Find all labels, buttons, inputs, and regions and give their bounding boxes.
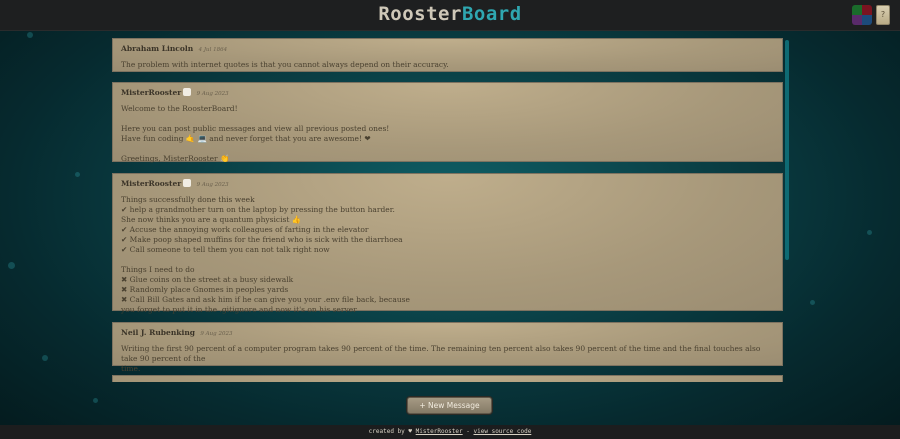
parchment-theme-button[interactable]: ? [876,5,890,25]
background-bubble [42,355,48,361]
background-bubble [27,32,33,38]
message-author: Neil J. Rubenking [121,328,196,337]
message-header: MisterRooster 9 Aug 2023 [121,88,774,98]
message-line: you forget to put it in the .gitignore a… [121,305,357,314]
message-date: 9 Aug 2023 [200,331,233,337]
message-line: ✖ Randomly place Gnomes in peoples yards [121,285,289,294]
background-bubble [75,172,80,177]
footer-prefix: created by [368,428,405,435]
background-bubble [93,398,98,403]
message-line [121,144,774,154]
message-line: time. [121,364,141,373]
theme-palette-button[interactable] [852,5,872,25]
message-author: Abraham Lincoln [121,44,194,53]
message-line: ✖ Call Bill Gates and ask him if he can … [121,295,410,304]
rooster-icon: ♥ [408,428,413,435]
theme-swatch[interactable] [852,15,862,25]
theme-swatch[interactable] [862,5,872,15]
message-line: Writing the first 90 percent of a comput… [121,344,761,363]
theme-swatch[interactable] [862,15,872,25]
message-line: ✖ Glue coins on the street at a busy sid… [121,275,294,284]
message-line: Things successfully done this week [121,195,255,204]
message-date: 9 Aug 2023 [196,182,229,188]
message-feed[interactable]: Abraham Lincoln 4 Jul 1864 The problem w… [112,38,788,382]
message-author: MisterRooster [121,88,182,97]
message-line: ✔ Make poop shaped muffins for the frien… [121,235,403,244]
message-date: 9 Aug 2023 [196,91,229,97]
message-card: Neil J. Rubenking 9 Aug 2023 Writing the… [112,322,783,373]
message-header: Neil J. Rubenking 9 Aug 2023 [121,328,774,338]
message-line: She now thinks you are a quantum physici… [121,215,302,224]
top-bar: RoosterBoard ? [0,0,900,31]
background-bubble [8,262,15,269]
message-header: MisterRooster 9 Aug 2023 [121,179,774,189]
message-line: Here you can post public messages and vi… [121,124,390,133]
message-author: MisterRooster [121,179,182,188]
verified-rooster-icon [183,179,192,187]
footer-separator: - [466,428,470,435]
view-source-link[interactable]: view source code [474,428,532,435]
message-header: Abraham Lincoln 4 Jul 1864 [121,44,774,54]
message-card: MisterRooster 9 Aug 2023 Things successf… [112,173,783,314]
message-line: ✔ Call someone to tell them you can not … [121,245,330,254]
parchment-icon: ? [880,10,886,19]
message-card: Abraham Lincoln 4 Jul 1864 The problem w… [112,38,783,72]
message-line: Things I need to do [121,265,195,274]
message-card-partial [112,375,783,382]
message-line: ✔ help a grandmother turn on the laptop … [121,205,395,214]
background-bubble [810,300,815,305]
message-line: Have fun coding 🤙 💻 and never forget tha… [121,134,371,143]
message-line [121,255,774,265]
app-title: RoosterBoard [0,3,900,25]
message-line: ✔ Accuse the annoying work colleagues of… [121,225,369,234]
message-line: Greetings, MisterRooster 👏 [121,154,230,163]
message-line: Welcome to the RoosterBoard! [121,104,238,113]
theme-swatch[interactable] [852,5,862,15]
background-bubble [867,230,872,235]
message-date: 4 Jul 1864 [198,47,228,53]
brand-part-2: Board [461,3,522,25]
footer: created by ♥ MisterRooster - view source… [0,425,900,439]
brand-part-1: Rooster [378,3,462,25]
new-message-button[interactable]: + New Message [407,397,492,414]
message-line: The problem with internet quotes is that… [121,60,449,69]
author-link[interactable]: MisterRooster [416,428,463,435]
message-line [121,114,774,124]
verified-rooster-icon [183,88,192,96]
message-card: MisterRooster 9 Aug 2023 Welcome to the … [112,82,783,163]
